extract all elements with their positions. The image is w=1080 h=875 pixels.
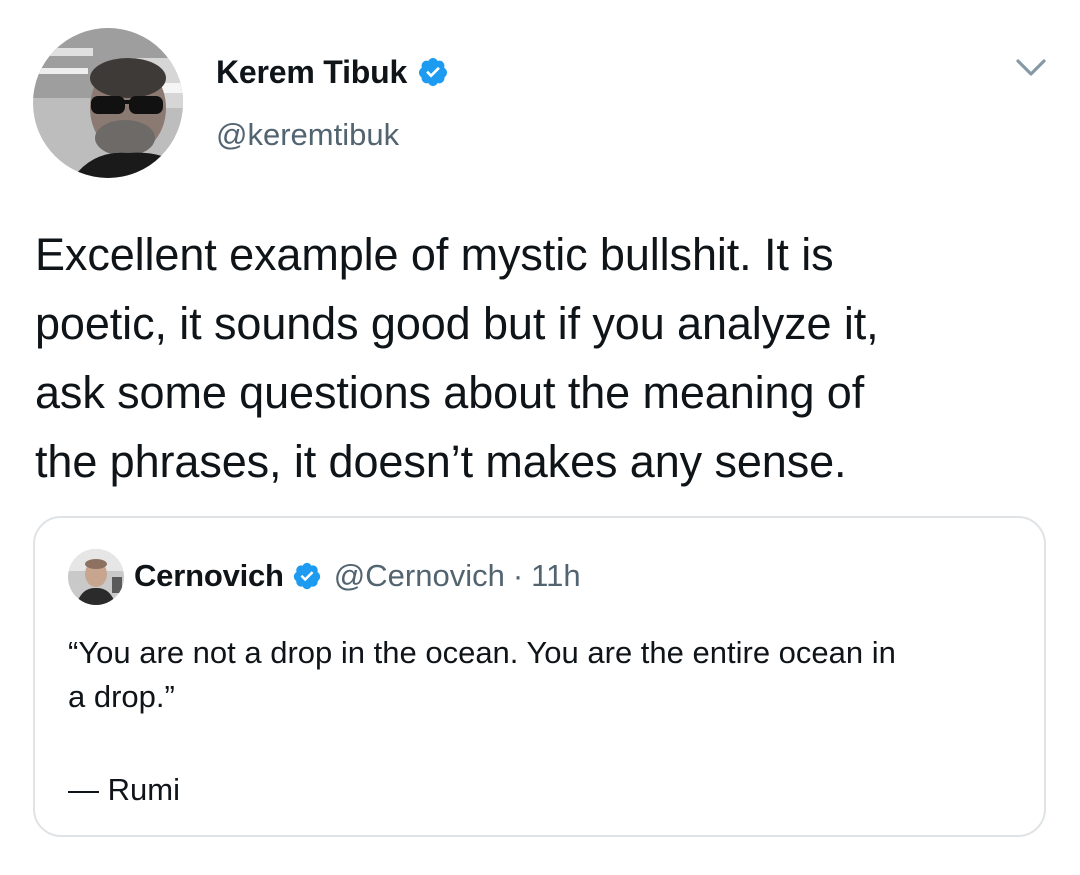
tweet-text-line: Excellent example of mystic bullshit. It…: [35, 229, 834, 280]
tweet-page: Kerem Tibuk @keremtibuk Excellent exampl…: [0, 0, 1080, 875]
quoted-text-line: “You are not a drop in the ocean. You ar…: [68, 635, 896, 670]
quoted-tweet-header: Cernovich @Cernovich · 11h: [134, 556, 581, 596]
verified-badge-icon: [292, 561, 322, 591]
quoted-tweet-attribution: — Rumi: [68, 772, 180, 807]
quoted-tweet-timestamp[interactable]: 11h: [531, 558, 580, 594]
quoted-text-line: a drop.”: [68, 679, 175, 714]
author-avatar[interactable]: [33, 28, 183, 178]
quoted-tweet-card[interactable]: Cernovich @Cernovich · 11h “You are not …: [33, 516, 1046, 837]
tweet-menu-button[interactable]: [1012, 52, 1050, 84]
quoted-tweet-text: “You are not a drop in the ocean. You ar…: [68, 631, 1018, 719]
avatar-photo-icon: [33, 28, 183, 178]
author-display-name[interactable]: Kerem Tibuk: [216, 54, 407, 91]
tweet-text-line: poetic, it sounds good but if you analyz…: [35, 298, 879, 349]
author-name-row: Kerem Tibuk: [216, 52, 449, 92]
tweet-text: Excellent example of mystic bullshit. It…: [35, 220, 1045, 496]
author-handle[interactable]: @keremtibuk: [216, 117, 399, 153]
chevron-down-icon: [1016, 59, 1046, 76]
quoted-author-handle[interactable]: @Cernovich: [334, 558, 505, 594]
tweet-text-line: ask some questions about the meaning of: [35, 367, 865, 418]
verified-badge-icon: [417, 56, 449, 88]
quoted-author-avatar[interactable]: [68, 549, 124, 605]
tweet-text-line: the phrases, it doesn’t makes any sense.: [35, 436, 847, 487]
avatar-photo-icon: [68, 549, 124, 605]
quoted-author-display-name[interactable]: Cernovich: [134, 558, 284, 594]
separator-dot: ·: [512, 558, 524, 593]
